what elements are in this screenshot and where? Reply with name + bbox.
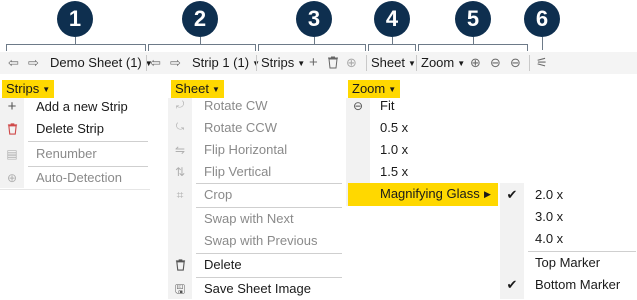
sheet-menu-header-label: Sheet: [175, 81, 209, 96]
strip-selector-label: Strip 1 (1): [192, 55, 250, 70]
menu-separator: [28, 141, 148, 142]
callout-3: 3: [296, 1, 332, 37]
menu-item-save-sheet-image[interactable]: Save Sheet Image: [204, 278, 311, 300]
zoom-menu-header-label: Zoom: [352, 81, 386, 96]
menu-item-flip-vertical[interactable]: Flip Vertical: [204, 161, 271, 183]
plus-icon: +: [7, 98, 17, 115]
callout-4-stem: [392, 37, 393, 44]
arrow-left-icon[interactable]: ⇦: [8, 52, 19, 74]
toolbar-divider: [529, 55, 530, 71]
rotate-cw-icon: ⤾: [175, 100, 185, 111]
submenu-arrow-icon: ▶: [484, 189, 491, 199]
rotate-ccw-icon: ⤿: [175, 122, 185, 133]
zoom-menu-label: Zoom: [421, 55, 455, 70]
callout-3-bracket: [258, 44, 366, 51]
menu-item-auto-detection[interactable]: Auto-Detection: [36, 167, 122, 189]
trash-icon: [2, 118, 22, 140]
sheet-selector[interactable]: Demo Sheet (1) ▼: [50, 52, 153, 74]
callout-4: 4: [374, 1, 410, 37]
arrow-right-icon[interactable]: ⇨: [170, 52, 181, 74]
strips-menu-header-label: Strips: [6, 81, 40, 96]
plus-icon[interactable]: +: [309, 52, 318, 74]
menu-item-add-strip[interactable]: Add a new Strip: [36, 96, 128, 118]
callout-2-bracket: [148, 44, 256, 51]
checkmark-icon: ✔: [506, 277, 518, 292]
flip-horizontal-icon: ⇋: [174, 143, 186, 157]
trash-icon: [170, 254, 190, 276]
trash-icon[interactable]: [327, 56, 339, 70]
zoom-fit-icon[interactable]: ⊕: [470, 52, 481, 74]
chevron-down-icon: ▼: [388, 84, 397, 94]
chevron-down-icon: ▼: [297, 58, 306, 68]
save-image-icon: 🖫: [174, 282, 186, 296]
sheet-menu-button[interactable]: Sheet ▼: [371, 52, 416, 74]
strip-selector[interactable]: Strip 1 (1)▼: [192, 52, 260, 74]
callout-1-stem: [75, 37, 76, 44]
sheet-menu-label: Sheet: [371, 55, 405, 70]
menu-item-zoom-fit[interactable]: Fit: [380, 95, 394, 117]
callout-5-bracket: [418, 44, 528, 51]
callout-5: 5: [455, 1, 491, 37]
menu-item-zoom-1-0[interactable]: 1.0 x: [380, 139, 408, 161]
menu-item-rotate-cw[interactable]: Rotate CW: [204, 95, 268, 117]
arrow-right-icon[interactable]: ⇨: [28, 52, 39, 74]
zoom-fit-icon: ⊖: [352, 99, 364, 113]
toolbar-divider: [366, 55, 367, 71]
strips-menu-label: Strips: [261, 55, 295, 70]
menu-bottom-border: [0, 189, 150, 190]
chevron-down-icon: ▼: [407, 58, 416, 68]
auto-detect-icon: ⊕: [6, 171, 18, 185]
callout-1-bracket: [6, 44, 146, 51]
menu-item-renumber[interactable]: Renumber: [36, 143, 97, 165]
menu-item-magnify-4x[interactable]: 4.0 x: [535, 228, 563, 250]
callout-5-stem: [473, 37, 474, 44]
menu-item-flip-horizontal[interactable]: Flip Horizontal: [204, 139, 287, 161]
chevron-down-icon: ▼: [42, 84, 51, 94]
menu-item-magnify-3x[interactable]: 3.0 x: [535, 206, 563, 228]
callout-2: 2: [182, 1, 218, 37]
callout-6: 6: [524, 1, 560, 37]
menu-item-zoom-0-5[interactable]: 0.5 x: [380, 117, 408, 139]
settings-tool-icon[interactable]: ⚟: [536, 52, 548, 74]
menu-item-swap-previous[interactable]: Swap with Previous: [204, 230, 317, 252]
zoom-menu-button[interactable]: Zoom ▼: [421, 52, 465, 74]
toolbar-divider: [416, 55, 417, 71]
menu-item-rotate-ccw[interactable]: Rotate CCW: [204, 117, 277, 139]
menu-item-bottom-marker[interactable]: Bottom Marker: [535, 274, 620, 296]
zoom-out-icon[interactable]: ⊖: [490, 52, 501, 74]
chevron-down-icon: ▼: [457, 58, 466, 68]
checkmark-icon: ✔: [506, 187, 518, 202]
menu-item-swap-next[interactable]: Swap with Next: [204, 208, 294, 230]
zoom-reset-icon[interactable]: ⊖: [510, 52, 521, 74]
strips-menu-button[interactable]: Strips ▼: [261, 52, 305, 74]
callout-6-stem: [542, 37, 543, 50]
toolbar-divider: [146, 55, 147, 71]
sheet-selector-label: Demo Sheet (1): [50, 55, 142, 70]
crop-icon: ⌗: [176, 188, 184, 202]
menu-item-crop[interactable]: Crop: [204, 184, 232, 206]
callout-3-stem: [314, 37, 315, 44]
menu-item-zoom-1-5[interactable]: 1.5 x: [380, 161, 408, 183]
auto-detect-icon[interactable]: ⊕: [346, 52, 357, 74]
callout-4-bracket: [368, 44, 416, 51]
menu-item-magnify-2x[interactable]: 2.0 x: [535, 184, 563, 206]
arrow-left-icon[interactable]: ⇦: [150, 52, 161, 74]
flip-vertical-icon: ⇅: [174, 165, 186, 179]
menu-item-delete-sheet[interactable]: Delete: [204, 254, 242, 276]
callout-2-stem: [200, 37, 201, 44]
renumber-icon: ▤: [6, 147, 18, 161]
menu-item-delete-strip[interactable]: Delete Strip: [36, 118, 104, 140]
chevron-down-icon: ▼: [211, 84, 220, 94]
menu-item-top-marker[interactable]: Top Marker: [535, 252, 600, 274]
menu-item-magnifying-glass[interactable]: Magnifying Glass: [380, 183, 480, 205]
toolbar-divider: [256, 55, 257, 71]
callout-1: 1: [57, 1, 93, 37]
